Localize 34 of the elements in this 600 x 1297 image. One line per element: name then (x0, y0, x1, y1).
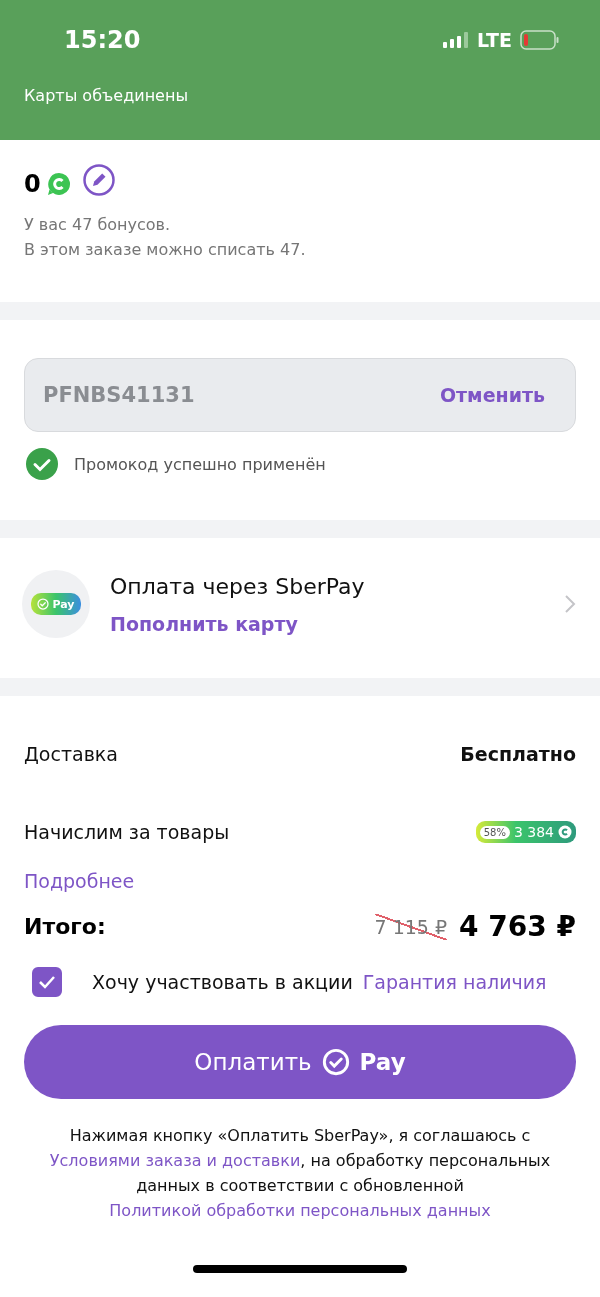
battery-icon (520, 30, 560, 50)
availability-guarantee-link[interactable]: Гарантия наличия (362, 971, 547, 993)
bonus-value: 3 384 (513, 824, 554, 840)
header-title: Карты объединены (24, 86, 190, 105)
promo-participation-label: Хочу участвовать в акции (92, 971, 353, 993)
summary-label: Начислим за товары (24, 821, 230, 843)
network-label: LTE (477, 29, 512, 51)
sberpay-check-icon (321, 1048, 350, 1076)
promo-code-value: PFNBS41131 (43, 383, 195, 407)
bonus-info: У вас 47 бонусов. В этом заказе можно списать 47. (24, 214, 307, 261)
total-label: Итого: (24, 914, 106, 939)
percent-label: 58% (479, 825, 510, 839)
more-link[interactable]: Подробнее (24, 870, 135, 892)
total-price: 4 763 ₽ (459, 910, 576, 943)
promo-code-field[interactable]: PFNBS41131 Отменить (24, 358, 576, 432)
payment-method-title: Оплата через SberPay (110, 573, 366, 599)
policy-link[interactable]: Условиями заказа и доставки (49, 1151, 301, 1170)
edit-icon[interactable] (82, 164, 115, 196)
promo-checkbox[interactable] (32, 967, 62, 997)
policy-link[interactable]: Политикой обработки персональных данных (109, 1201, 491, 1220)
summary-value: Бесплатно (460, 743, 576, 765)
bonus-coin-icon (46, 172, 71, 196)
checkmark-icon (38, 975, 56, 989)
top-up-card-link[interactable]: Пополнить карту (110, 612, 298, 635)
promo-status-message: Промокод успешно применён (74, 454, 326, 474)
signal-icon (443, 32, 470, 48)
clock-time: 15:20 (64, 26, 141, 54)
bonus-amount: 0 (24, 170, 41, 198)
pay-button[interactable]: Оплатить Pay (24, 1025, 576, 1099)
pay-badge: Pay (31, 593, 81, 615)
bonus-coin-icon (558, 825, 572, 839)
legal-notice: Нажимая кнопку «Оплатить SberPay», я соглашаюсь с Условиями заказа и доставки, на обработку персональных данных в соответствии с обновленной Политикой обработки персональных данных (48, 1125, 552, 1222)
summary-label: Доставка (24, 743, 118, 765)
cancel-button[interactable]: Отменить (439, 384, 545, 406)
